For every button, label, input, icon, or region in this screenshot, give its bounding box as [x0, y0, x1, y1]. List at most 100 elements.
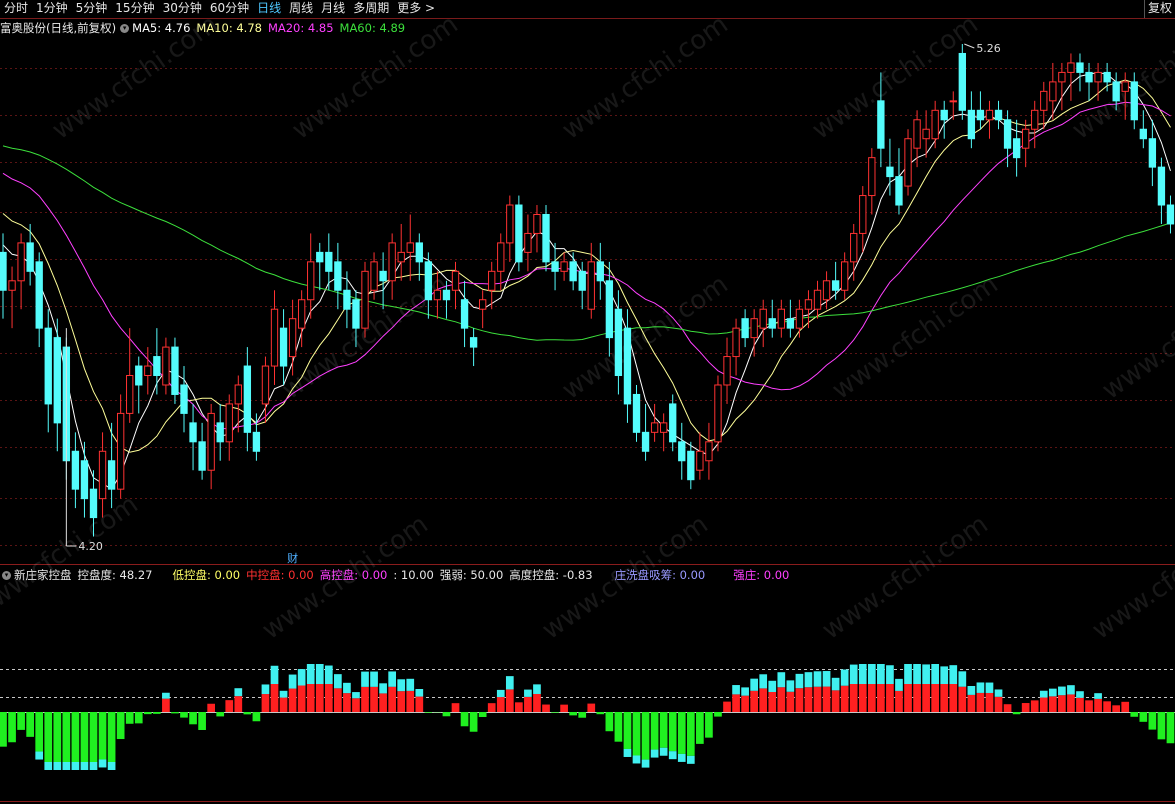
- ind-bar-red: [867, 684, 876, 712]
- ind-bar-green: [198, 712, 206, 730]
- ind-bar-cyan: [777, 672, 786, 688]
- candle-body: [732, 327, 740, 358]
- candle-body: [270, 308, 279, 367]
- ind-bar-cyan: [315, 664, 324, 684]
- ind-bar-cyan: [361, 671, 369, 687]
- ind-bar-red: [931, 684, 940, 712]
- financial-report-marker: 财: [287, 551, 298, 565]
- candle-body: [433, 289, 442, 301]
- candle-body: [587, 261, 595, 310]
- candle-body: [171, 346, 179, 395]
- candle-body: [234, 384, 242, 405]
- candle-body: [406, 242, 414, 253]
- ind-bar-red: [379, 693, 387, 712]
- candle-body: [288, 318, 297, 358]
- ind-bar-cyan-tail: [686, 755, 695, 764]
- ind-bar-green: [659, 712, 668, 748]
- candle-body: [1076, 62, 1084, 73]
- ind-bar-red: [1076, 697, 1084, 712]
- ind-bar-cyan: [931, 664, 940, 684]
- candle-body: [415, 242, 423, 263]
- watermark-text: www.cfchi.com: [1067, 9, 1175, 145]
- ind-bar-red: [985, 692, 994, 712]
- candle-body: [388, 242, 396, 282]
- candle-body: [370, 261, 378, 291]
- ind-bar-red: [858, 684, 867, 712]
- ind-bar-red: [406, 690, 415, 712]
- candle-body: [243, 365, 252, 433]
- ind-bar-green: [44, 712, 53, 762]
- ind-bar-red: [234, 696, 243, 712]
- candle-body: [1130, 81, 1138, 121]
- ind-bar-red: [940, 684, 949, 712]
- ind-bar-cyan: [786, 680, 795, 692]
- candle-body: [813, 289, 822, 310]
- candle-body: [207, 412, 215, 471]
- ind-bar-green: [17, 712, 25, 730]
- ind-bar-cyan: [822, 671, 831, 687]
- ind-bar-red: [849, 684, 858, 712]
- ind-bar-green: [107, 712, 116, 762]
- candle-body: [723, 356, 731, 386]
- candle-body: [678, 441, 686, 462]
- candle-body: [614, 308, 623, 377]
- ind-bar-green: [551, 712, 559, 713]
- ind-bar-red: [1112, 705, 1121, 712]
- ind-bar-red: [822, 686, 831, 712]
- ind-bar-cyan-tail: [53, 762, 62, 770]
- ind-bar-green: [153, 712, 161, 714]
- candle-body: [696, 450, 704, 471]
- candle-body: [506, 204, 514, 244]
- ind-bar-cyan: [759, 674, 768, 689]
- ind-bar-cyan: [849, 664, 858, 684]
- candle-body: [623, 327, 632, 405]
- ind-bar-cyan: [1039, 690, 1048, 698]
- candle-body: [831, 280, 840, 291]
- ind-bar-red: [542, 704, 550, 712]
- ind-bar-cyan: [732, 685, 740, 695]
- candle-body: [1103, 71, 1111, 83]
- ind-bar-red: [1121, 701, 1130, 712]
- ind-bar-red: [324, 684, 333, 712]
- candle-body: [687, 450, 695, 481]
- watermark-text: www.cfchi.com: [807, 9, 984, 145]
- ind-bar-red: [306, 684, 315, 712]
- ind-bar-green: [53, 712, 62, 762]
- ind-bar-red: [877, 684, 885, 712]
- ind-bar-cyan-tail: [71, 762, 80, 770]
- candle-body: [279, 327, 288, 367]
- candle-body: [144, 365, 152, 377]
- candle-body: [985, 109, 994, 121]
- ind-bar-cyan: [886, 665, 894, 684]
- ind-bar-cyan: [1048, 688, 1057, 697]
- watermark-text: www.cfchi.com: [537, 509, 714, 645]
- candle-body: [904, 138, 912, 187]
- ind-bar-cyan-tail: [44, 762, 53, 770]
- ind-bar-cyan: [976, 682, 985, 693]
- ind-bar-green: [180, 712, 188, 718]
- candle-body: [886, 166, 894, 178]
- ind-bar-red: [1003, 704, 1012, 712]
- candle-body: [1121, 81, 1129, 92]
- ind-bar-red: [949, 684, 958, 712]
- ind-bar-cyan: [388, 671, 397, 687]
- ind-bar-green: [189, 712, 197, 725]
- candle-body: [1058, 71, 1066, 83]
- ind-bar-green: [686, 712, 695, 756]
- ma60-line: [2, 145, 1171, 341]
- candle-body: [1012, 138, 1021, 159]
- ind-bar-cyan-tail: [98, 759, 107, 768]
- ind-bar-cyan: [877, 664, 885, 684]
- candle-body: [469, 337, 478, 348]
- candle-body: [841, 261, 849, 291]
- candle-body: [967, 109, 976, 140]
- chart-canvas[interactable]: www.cfchi.com www.cfchi.com www.cfchi.com w…: [0, 0, 1175, 804]
- ind-bar-red: [361, 686, 369, 712]
- candle-body: [488, 270, 496, 291]
- candle-body: [0, 251, 7, 291]
- ind-bar-red: [741, 695, 749, 712]
- ind-bar-red: [723, 701, 731, 712]
- ind-bar-green: [71, 712, 80, 762]
- ind-bar-red: [388, 686, 397, 712]
- ind-bar-cyan-tail: [641, 759, 650, 768]
